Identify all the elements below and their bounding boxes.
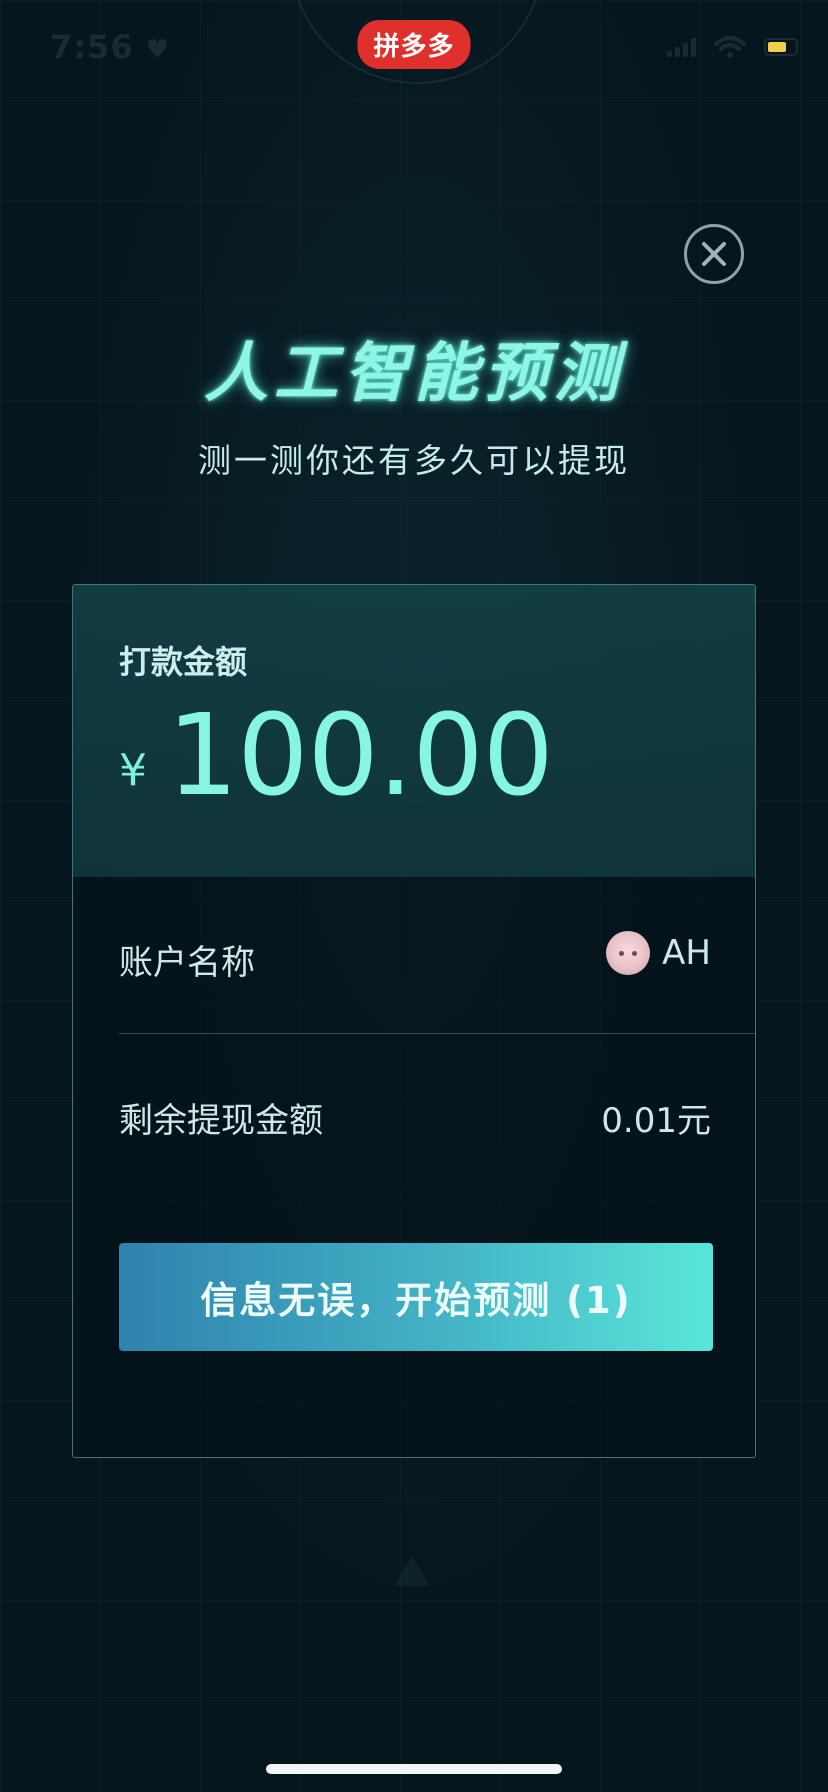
account-name-label: 账户名称 <box>119 943 255 983</box>
account-name-value: AH <box>606 931 711 975</box>
amount-label: 打款金额 <box>119 643 248 681</box>
remaining-amount-label: 剩余提现金额 <box>119 1101 323 1141</box>
page-subtitle: 测一测你还有多久可以提现 <box>198 441 630 480</box>
app-badge: 拼多多 <box>357 20 471 69</box>
amount-section: 打款金额 ¥ 100.00 <box>73 585 755 877</box>
prediction-screen: 7:56 ♥ 拼多多 人工智能预测 测一测你还有多久可以提现 打款金额 ¥ 10… <box>0 0 828 1792</box>
status-time-text: 7:56 <box>50 28 134 66</box>
remaining-amount-value: 0.01元 <box>601 1101 711 1141</box>
prediction-card: 打款金额 ¥ 100.00 账户名称 AH 剩余提现金额 0.01元 信息无误，… <box>72 584 756 1458</box>
close-icon <box>702 242 726 266</box>
start-prediction-button[interactable]: 信息无误，开始预测 (1) <box>119 1243 713 1351</box>
heart-icon: ♥ <box>145 35 171 65</box>
decorative-triangle <box>394 1556 430 1586</box>
close-button[interactable] <box>684 224 744 284</box>
wifi-icon <box>714 36 746 58</box>
battery-icon <box>764 38 798 56</box>
home-indicator[interactable] <box>266 1764 562 1774</box>
page-title: 人工智能预测 <box>204 337 624 411</box>
divider <box>119 1033 755 1034</box>
currency-symbol: ¥ <box>119 745 147 796</box>
avatar <box>606 931 651 975</box>
amount-value: 100.00 <box>167 691 554 821</box>
status-time: 7:56 ♥ <box>50 28 170 66</box>
account-name-text: AH <box>662 933 711 973</box>
signal-icon <box>667 37 696 57</box>
status-icons <box>667 36 798 58</box>
